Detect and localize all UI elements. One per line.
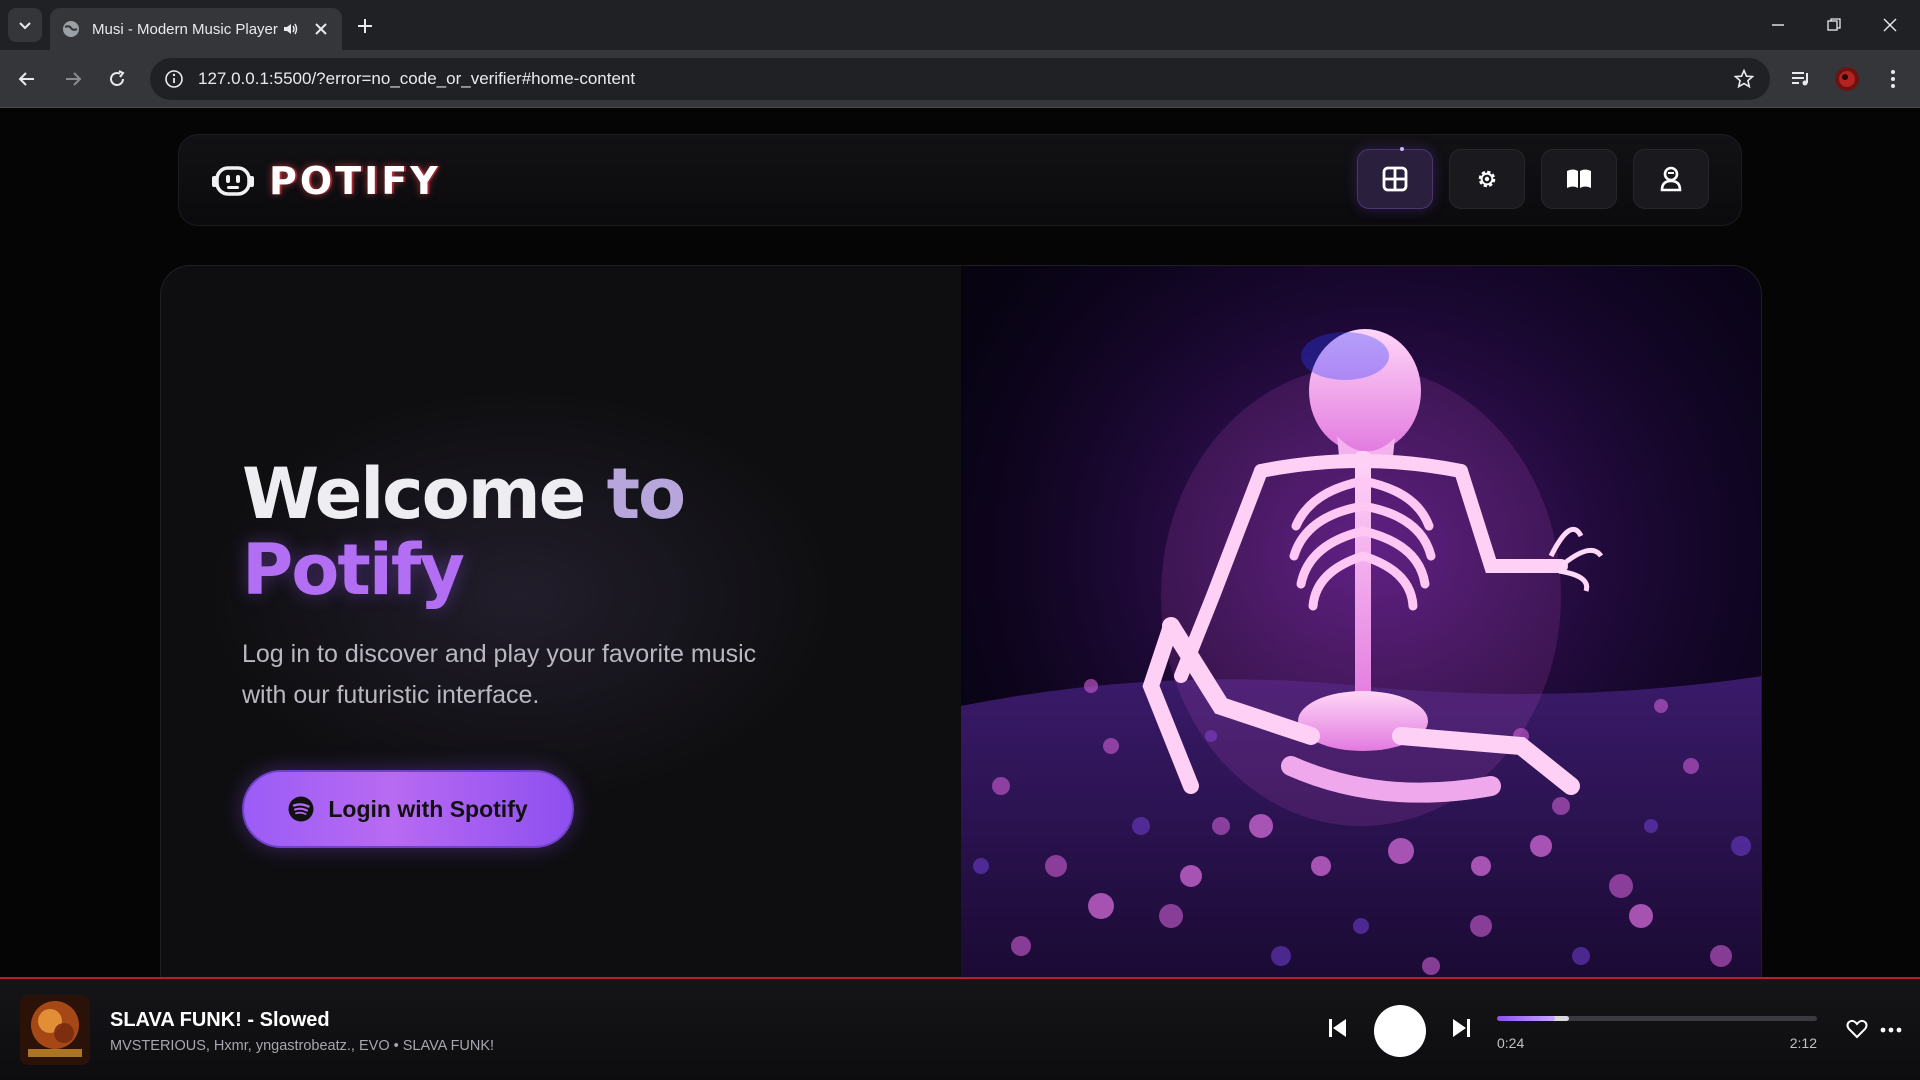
browser-tab-strip: Musi - Modern Music Player	[0, 0, 1920, 50]
play-pause-button[interactable]	[1374, 1005, 1426, 1057]
browser-toolbar: 127.0.0.1:5500/?error=no_code_or_verifie…	[0, 50, 1920, 108]
forward-button[interactable]	[56, 62, 90, 96]
new-tab-button[interactable]	[352, 13, 378, 39]
spotify-icon	[288, 796, 314, 822]
close-icon	[1883, 18, 1897, 32]
heart-icon[interactable]	[1846, 1019, 1868, 1039]
gear-icon	[1478, 170, 1496, 188]
hero-title-to: to	[606, 453, 687, 535]
nav-home-button[interactable]	[1357, 147, 1433, 209]
profile-avatar[interactable]	[1832, 64, 1862, 94]
hero-title-brand: Potify	[242, 529, 465, 611]
chevron-down-icon	[19, 22, 31, 30]
more-options-icon[interactable]	[1880, 1026, 1902, 1034]
hero-card: Welcome to Potify Log in to discover and…	[160, 265, 1762, 977]
nav-library-button[interactable]	[1541, 149, 1617, 209]
nav-button-group	[1357, 147, 1709, 209]
url-text[interactable]: 127.0.0.1:5500/?error=no_code_or_verifie…	[198, 69, 635, 89]
robot-logo-icon	[212, 166, 254, 196]
current-time: 0:24	[1497, 1035, 1525, 1051]
tab-title: Musi - Modern Music Player	[92, 20, 278, 38]
back-button[interactable]	[10, 62, 44, 96]
book-icon	[1567, 169, 1591, 188]
reload-icon	[110, 70, 125, 86]
track-artists[interactable]: MVSTERIOUS, Hxmr, yngastrobeatz., EVO • …	[110, 1038, 494, 1054]
avatar-icon	[1835, 67, 1859, 91]
arrow-left-icon	[18, 72, 34, 86]
close-window-button[interactable]	[1862, 0, 1918, 50]
info-icon[interactable]	[164, 69, 184, 89]
album-art-image	[20, 995, 90, 1065]
user-icon	[1660, 166, 1682, 192]
track-title[interactable]: SLAVA FUNK! - Slowed	[110, 1009, 330, 1032]
progress-fill	[1497, 1016, 1555, 1021]
playlist-icon	[1792, 72, 1808, 86]
hero-title-welcome: Welcome	[242, 453, 607, 535]
nav-profile-button[interactable]	[1633, 149, 1709, 209]
album-cover[interactable]	[20, 995, 90, 1065]
speaker-icon[interactable]	[282, 20, 300, 38]
tab-search-button[interactable]	[8, 8, 42, 42]
close-icon[interactable]	[312, 20, 330, 38]
app-logo[interactable]: POTIFY	[211, 159, 441, 203]
previous-track-icon[interactable]	[1328, 1017, 1348, 1039]
browser-tab[interactable]: Musi - Modern Music Player	[50, 8, 342, 50]
now-playing-bar: SLAVA FUNK! - Slowed MVSTERIOUS, Hxmr, y…	[0, 977, 1920, 1080]
globe-icon	[63, 21, 79, 37]
glowing-skeleton-illustration	[961, 266, 1761, 977]
arrow-right-icon	[66, 72, 82, 86]
login-button-label: Login with Spotify	[328, 795, 528, 822]
restore-icon	[1827, 18, 1841, 31]
top-navigation: POTIFY	[178, 134, 1742, 226]
login-with-spotify-button[interactable]: Login with Spotify	[242, 770, 574, 848]
hero-title: Welcome to Potify	[242, 453, 687, 611]
bookmark-star-icon[interactable]	[1734, 69, 1754, 89]
next-track-icon[interactable]	[1451, 1017, 1471, 1039]
nav-settings-button[interactable]	[1449, 149, 1525, 209]
hero-image	[961, 266, 1761, 977]
active-indicator	[1400, 147, 1404, 151]
app-page: POTIFY Welcome to Potify Log in to disco…	[0, 108, 1920, 977]
reload-button[interactable]	[100, 62, 134, 96]
progress-bar[interactable]	[1497, 1016, 1817, 1021]
total-time: 2:12	[1789, 1035, 1817, 1051]
browser-menu-button[interactable]	[1878, 64, 1908, 94]
minimize-button[interactable]	[1750, 0, 1806, 50]
plus-icon	[358, 19, 372, 33]
restore-button[interactable]	[1806, 0, 1862, 50]
logo-text: POTIFY	[269, 159, 441, 203]
grid-icon	[1382, 166, 1408, 192]
hero-subtitle: Log in to discover and play your favorit…	[242, 640, 757, 709]
media-control-button[interactable]	[1786, 64, 1816, 94]
minimize-icon	[1772, 24, 1784, 26]
kebab-menu-icon	[1891, 70, 1895, 88]
address-bar[interactable]: 127.0.0.1:5500/?error=no_code_or_verifie…	[150, 58, 1770, 100]
